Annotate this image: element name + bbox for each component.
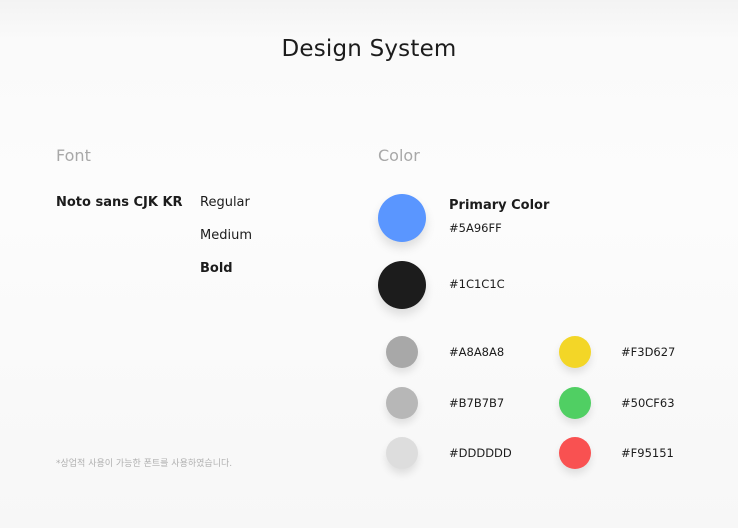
- primary-color-hex: #5A96FF: [449, 221, 502, 235]
- green-swatch: [559, 387, 591, 419]
- font-weight-regular: Regular: [200, 195, 250, 210]
- font-family-name: Noto sans CJK KR: [56, 195, 183, 210]
- font-weight-bold: Bold: [200, 261, 233, 276]
- gray-hex-2: #B7B7B7: [449, 396, 505, 410]
- gray-hex-1: #A8A8A8: [449, 345, 505, 359]
- primary-color-swatch: [378, 194, 426, 242]
- gray-swatch-1: [386, 336, 418, 368]
- page-title: Design System: [281, 36, 457, 62]
- green-hex: #50CF63: [621, 396, 675, 410]
- dark-color-hex: #1C1C1C: [449, 277, 505, 291]
- font-weight-medium: Medium: [200, 228, 252, 243]
- gray-hex-3: #DDDDDD: [449, 446, 512, 460]
- primary-color-name: Primary Color: [449, 198, 550, 213]
- design-system-page: Design System Font Noto sans CJK KR Regu…: [0, 0, 738, 528]
- yellow-hex: #F3D627: [621, 345, 676, 359]
- red-hex: #F95151: [621, 446, 674, 460]
- dark-color-swatch: [378, 261, 426, 309]
- gray-swatch-2: [386, 387, 418, 419]
- font-license-note: *상업적 사용이 가능한 폰트를 사용하였습니다.: [56, 459, 233, 469]
- red-swatch: [559, 437, 591, 469]
- font-section-heading: Font: [56, 146, 91, 165]
- gray-swatch-3: [386, 437, 418, 469]
- yellow-swatch: [559, 336, 591, 368]
- color-section-heading: Color: [378, 146, 420, 165]
